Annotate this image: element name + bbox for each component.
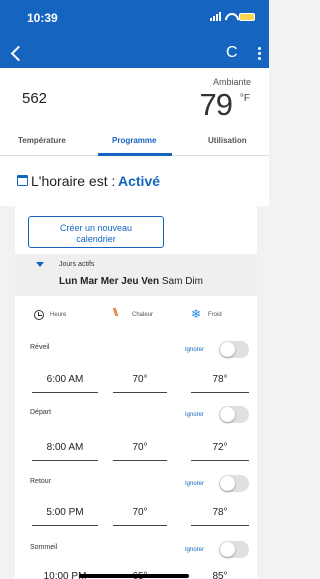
signal-icon xyxy=(210,12,221,21)
period-title-retour: Retour xyxy=(30,478,52,485)
chevron-down-icon xyxy=(36,262,44,267)
ambient-label: Ambiante xyxy=(212,77,251,87)
tab-bar: Température Programme Utilisation xyxy=(0,126,269,156)
legend-heat: Chaleur xyxy=(132,312,154,318)
period-title-reveil: Réveil xyxy=(30,344,50,351)
tab-temperature[interactable]: Température xyxy=(18,136,66,145)
heat-icon: \\\ xyxy=(113,307,118,319)
toggle-knob xyxy=(220,476,235,491)
ignore-toggle-retour[interactable] xyxy=(219,475,249,492)
ignore-toggle-reveil[interactable] xyxy=(219,341,249,358)
legend-cool: Froid xyxy=(208,312,222,318)
active-days-label: Jours actifs xyxy=(59,261,95,268)
status-time: 10:39 xyxy=(27,11,58,25)
clock-icon xyxy=(34,310,44,320)
ignore-label-reveil[interactable]: Ignorer xyxy=(185,347,204,353)
period-title-depart: Départ xyxy=(30,409,52,416)
active-days-panel[interactable]: Jours actifs Lun Mar Mer Jeu Ven Sam Dim xyxy=(15,254,257,296)
chevron-left-icon[interactable] xyxy=(7,43,25,63)
calendar-icon xyxy=(17,175,28,186)
nav-bar: C xyxy=(0,38,269,68)
day-mer: Mer xyxy=(100,276,119,287)
device-panel: 562 Ambiante 79 °F xyxy=(0,68,269,126)
tab-programme[interactable]: Programme xyxy=(112,136,156,145)
wifi-icon xyxy=(225,13,235,21)
day-sam: Sam xyxy=(161,276,183,287)
day-mar: Mar xyxy=(80,276,98,287)
ignore-label-sommeil[interactable]: Ignorer xyxy=(185,547,204,553)
create-calendar-label-line1: Créer un nouveau xyxy=(59,223,133,233)
cool-setpoint-retour[interactable]: 78° xyxy=(191,506,249,526)
period-title-sommeil: Sommeil xyxy=(30,544,58,551)
ignore-label-retour[interactable]: Ignorer xyxy=(185,481,204,487)
cool-setpoint-depart[interactable]: 72° xyxy=(191,441,249,461)
status-bar: 10:39 xyxy=(0,0,269,38)
legend-hour: Heure xyxy=(50,312,67,318)
time-field-retour[interactable]: 5:00 PM xyxy=(32,506,98,526)
ignore-toggle-sommeil[interactable] xyxy=(219,541,249,558)
time-field-reveil[interactable]: 6:00 AM xyxy=(32,373,98,393)
schedule-card: Créer un nouveau calendrier Jours actifs… xyxy=(15,206,257,579)
snowflake-icon: ❄ xyxy=(191,307,202,321)
active-days-list: Lun Mar Mer Jeu Ven Sam Dim xyxy=(59,276,203,287)
legend: Heure \\\ Chaleur ❄ Froid xyxy=(15,306,257,322)
toggle-knob xyxy=(220,342,235,357)
create-calendar-label-line2: calendrier xyxy=(76,234,116,244)
schedule-status: L'horaire est : Activé xyxy=(0,156,269,206)
cool-setpoint-sommeil[interactable]: 85° xyxy=(191,570,249,579)
schedule-status-value: Activé xyxy=(118,173,161,189)
heat-setpoint-reveil[interactable]: 70° xyxy=(113,373,167,393)
day-lun: Lun xyxy=(59,276,78,287)
day-ven: Ven xyxy=(141,276,160,287)
battery-icon xyxy=(239,12,255,21)
toggle-knob xyxy=(220,407,235,422)
device-name: 562 xyxy=(22,90,48,107)
heat-setpoint-retour[interactable]: 70° xyxy=(113,506,167,526)
ambient-temperature: 79 xyxy=(199,87,233,122)
day-dim: Dim xyxy=(185,276,203,287)
day-jeu: Jeu xyxy=(121,276,139,287)
more-vertical-icon[interactable] xyxy=(255,43,263,63)
tab-utilisation[interactable]: Utilisation xyxy=(208,136,247,145)
ignore-label-depart[interactable]: Ignorer xyxy=(185,412,204,418)
toggle-knob xyxy=(220,542,235,557)
refresh-icon[interactable]: C xyxy=(226,43,238,63)
cool-setpoint-reveil[interactable]: 78° xyxy=(191,373,249,393)
home-indicator xyxy=(79,574,189,578)
status-icons xyxy=(210,12,255,21)
heat-setpoint-depart[interactable]: 70° xyxy=(113,441,167,461)
ambient-unit: °F xyxy=(239,93,250,104)
create-calendar-button[interactable]: Créer un nouveau calendrier xyxy=(28,216,164,248)
time-field-depart[interactable]: 8:00 AM xyxy=(32,441,98,461)
ignore-toggle-depart[interactable] xyxy=(219,406,249,423)
schedule-status-label: L'horaire est : xyxy=(31,173,116,189)
